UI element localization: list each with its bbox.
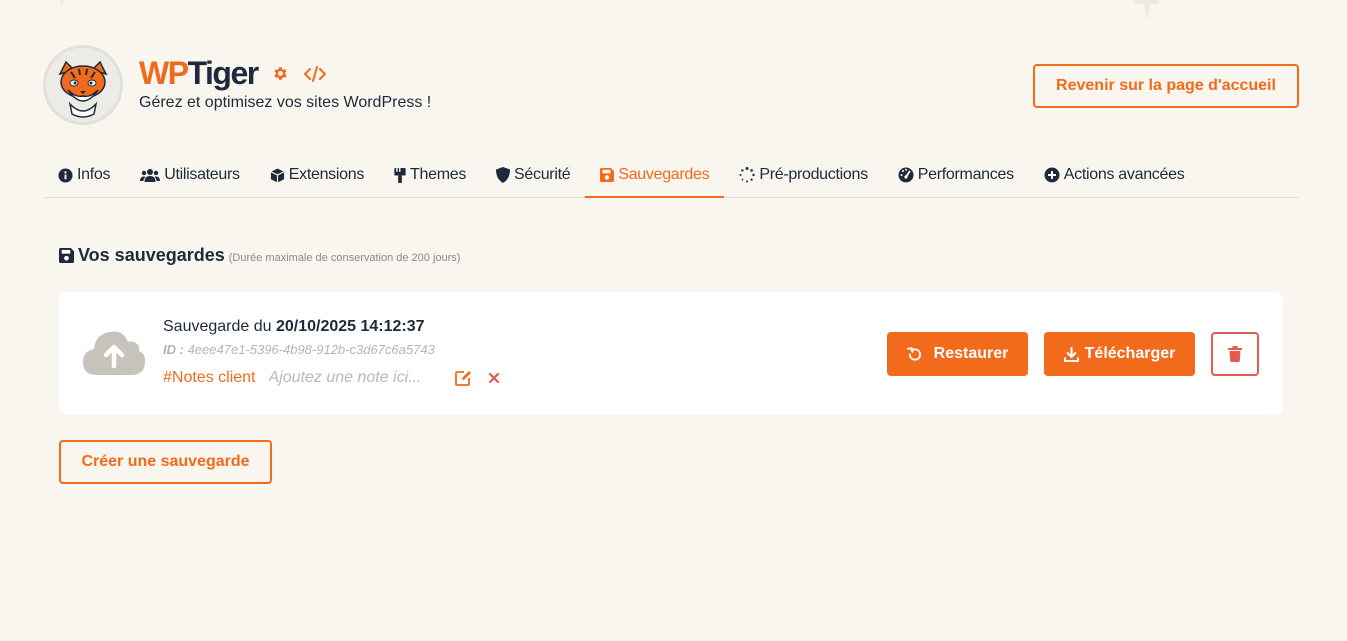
undo-icon: [906, 346, 921, 361]
tab-sauvegardes[interactable]: Sauvegardes: [585, 152, 725, 198]
cube-icon: [270, 167, 285, 183]
tab-pre-productions[interactable]: Pré-productions: [724, 152, 882, 198]
home-page-button[interactable]: Revenir sur la page d'accueil: [1033, 64, 1299, 108]
floppy-disk-icon: [59, 248, 74, 263]
restore-label: Restaurer: [933, 345, 1009, 362]
backup-id-value: 4eee47e1-5396-4b98-912b-c3d67c6a5743: [187, 342, 435, 357]
tab-label: Themes: [410, 166, 467, 183]
tab-infos[interactable]: Infos: [43, 152, 125, 198]
spinner-icon: [739, 167, 756, 183]
brand-name-tiger: Tiger: [187, 55, 260, 91]
tab-label: Performances: [917, 166, 1014, 183]
cloud-upload-icon: [83, 331, 146, 375]
tab-themes[interactable]: Themes: [379, 152, 481, 198]
gear-icon[interactable]: [270, 63, 292, 85]
backup-date-prefix: Sauvegarde du: [163, 318, 272, 335]
tiger-logo-avatar: [43, 45, 123, 125]
tab-label: Infos: [77, 166, 111, 183]
paint-brush-icon: [394, 167, 406, 183]
delete-button[interactable]: [1211, 332, 1259, 376]
tab-label: Extensions: [288, 166, 365, 183]
tab-utilisateurs[interactable]: Utilisateurs: [125, 152, 255, 198]
shield-icon: [496, 167, 511, 183]
tab-label: Sauvegardes: [618, 166, 710, 183]
tab-performances[interactable]: Performances: [883, 152, 1029, 198]
backup-id: ID : 4eee47e1-5396-4b98-912b-c3d67c6a574…: [163, 342, 435, 357]
notes-label: #Notes client: [163, 369, 256, 386]
create-backup-button[interactable]: Créer une sauvegarde: [59, 440, 272, 484]
download-icon: [1063, 346, 1079, 362]
backup-notes: #Notes client: [163, 369, 500, 387]
tab-label: Utilisateurs: [164, 166, 240, 183]
info-circle-icon: [58, 167, 73, 183]
section-subtitle: (Durée maximale de conservation de 200 j…: [228, 252, 461, 264]
decorative-shape: [1134, 0, 1160, 20]
tagline: Gérez et optimisez vos sites WordPress !: [139, 94, 432, 111]
brand-name-wp: WP: [139, 55, 189, 91]
tab-label: Actions avancées: [1063, 166, 1185, 183]
app-header: WP Tiger Gérez et optimisez vos sites Wo…: [43, 43, 1299, 129]
trash-icon: [1228, 346, 1242, 362]
tab-actions-avancees[interactable]: Actions avancées: [1029, 152, 1200, 198]
download-label: Télécharger: [1084, 345, 1176, 362]
tab-securite[interactable]: Sécurité: [481, 152, 585, 198]
download-button[interactable]: Télécharger: [1044, 332, 1195, 376]
notes-input[interactable]: [268, 369, 445, 387]
users-icon: [140, 168, 161, 182]
restore-button[interactable]: Restaurer: [887, 332, 1028, 376]
tab-extensions[interactable]: Extensions: [255, 152, 379, 198]
code-icon[interactable]: [303, 63, 326, 85]
main-tabs: Infos Utilisateurs Extensions Themes Séc…: [43, 152, 1299, 198]
tab-label: Pré-productions: [759, 166, 868, 183]
tiger-mascot-icon: [46, 48, 120, 122]
plus-circle-icon: [1044, 167, 1060, 183]
backup-id-label: ID :: [163, 342, 184, 357]
section-heading: Vos sauvegardes: [78, 245, 225, 265]
close-icon[interactable]: [488, 372, 500, 384]
brand-title: WP Tiger: [139, 55, 326, 92]
gauge-icon: [898, 167, 914, 183]
decorative-shape: [59, 0, 65, 4]
edit-icon[interactable]: [454, 370, 472, 386]
section-title: Vos sauvegardes (Durée maximale de conse…: [59, 245, 460, 266]
backup-card: Sauvegarde du 20/10/2025 14:12:37 ID : 4…: [59, 292, 1283, 415]
backup-date: Sauvegarde du 20/10/2025 14:12:37: [163, 318, 425, 336]
backup-date-value: 20/10/2025 14:12:37: [275, 318, 425, 335]
tab-label: Sécurité: [514, 166, 571, 183]
floppy-disk-icon: [600, 168, 615, 182]
